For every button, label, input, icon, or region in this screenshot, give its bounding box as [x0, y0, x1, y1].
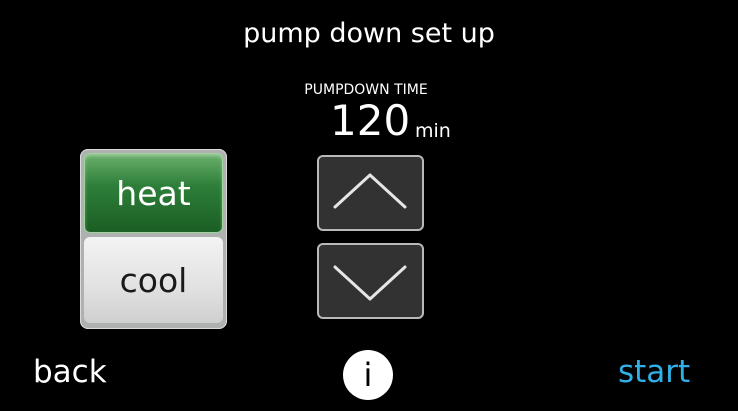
info-button[interactable]: i [343, 350, 393, 400]
page-title: pump down set up [243, 18, 495, 49]
pumpdown-time-readout: 120 min [310, 95, 500, 155]
pumpdown-time-value: 120 [330, 96, 411, 145]
start-button[interactable]: start [618, 354, 690, 390]
increase-time-button[interactable] [317, 155, 424, 231]
back-button[interactable]: back [33, 354, 107, 390]
chevron-down-icon [333, 265, 407, 301]
mode-selector: heat cool [80, 149, 227, 329]
heat-button[interactable]: heat [84, 153, 223, 233]
cool-button[interactable]: cool [84, 237, 223, 323]
info-icon: i [363, 356, 373, 394]
decrease-time-button[interactable] [317, 243, 424, 319]
chevron-up-icon [333, 173, 407, 209]
pumpdown-time-unit: min [415, 120, 451, 142]
